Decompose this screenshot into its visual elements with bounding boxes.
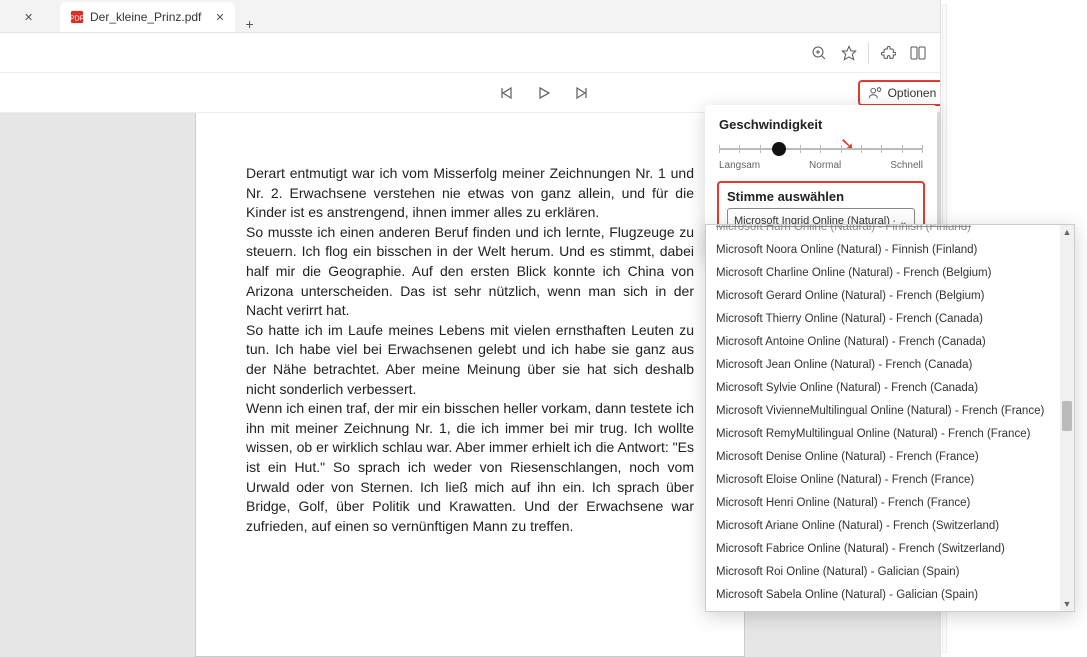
speed-label-normal: Normal xyxy=(809,160,841,171)
dropdown-scrollbar[interactable]: ▲ ▼ xyxy=(1060,225,1074,611)
pdf-icon: PDF xyxy=(70,10,84,24)
scroll-thumb[interactable] xyxy=(1062,401,1072,431)
voice-option[interactable]: Microsoft Jean Online (Natural) - French… xyxy=(706,354,1060,377)
voice-option[interactable]: Microsoft Noora Online (Natural) - Finni… xyxy=(706,239,1060,262)
paragraph: So musste ich einen anderen Beruf finden… xyxy=(246,223,694,321)
voice-option[interactable]: Microsoft RemyMultilingual Online (Natur… xyxy=(706,423,1060,446)
extensions-icon[interactable] xyxy=(873,38,903,68)
voice-option[interactable]: Microsoft Charline Online (Natural) - Fr… xyxy=(706,262,1060,285)
new-tab-button[interactable]: + xyxy=(235,16,265,32)
close-icon[interactable]: ✕ xyxy=(24,11,33,24)
tab-pdf[interactable]: PDF Der_kleine_Prinz.pdf ✕ xyxy=(60,2,235,32)
voice-dropdown-list: Microsoft Harri Online (Natural) - Finni… xyxy=(705,224,1075,612)
split-screen-icon[interactable] xyxy=(903,38,933,68)
paragraph: Derart entmutigt war ich vom Misserfolg … xyxy=(246,164,694,223)
voice-option[interactable]: Microsoft Ariane Online (Natural) - Fren… xyxy=(706,515,1060,538)
voice-option[interactable]: Microsoft Gerard Online (Natural) - Fren… xyxy=(706,285,1060,308)
speed-slider-thumb[interactable] xyxy=(772,142,786,156)
voice-option[interactable]: Microsoft Thierry Online (Natural) - Fre… xyxy=(706,308,1060,331)
scroll-down-icon[interactable]: ▼ xyxy=(1060,597,1074,611)
voice-title: Stimme auswählen xyxy=(721,189,921,208)
paragraph: Wenn ich einen traf, der mir ein bissche… xyxy=(246,399,694,536)
voice-option[interactable]: Microsoft Sabela Online (Natural) - Gali… xyxy=(706,584,1060,607)
play-icon[interactable] xyxy=(535,84,553,102)
voice-option[interactable]: Microsoft Denise Online (Natural) - Fren… xyxy=(706,446,1060,469)
voice-option[interactable]: Microsoft VivienneMultilingual Online (N… xyxy=(706,400,1060,423)
voice-option[interactable]: Microsoft Fabrice Online (Natural) - Fre… xyxy=(706,538,1060,561)
svg-text:PDF: PDF xyxy=(70,16,84,23)
zoom-icon[interactable] xyxy=(804,38,834,68)
close-icon[interactable]: ✕ xyxy=(215,11,224,24)
voice-settings-icon xyxy=(868,86,882,100)
voice-option[interactable]: Microsoft Antoine Online (Natural) - Fre… xyxy=(706,331,1060,354)
paragraph: So hatte ich im Laufe meines Lebens mit … xyxy=(246,321,694,399)
title-bar: ✕ PDF Der_kleine_Prinz.pdf ✕ + xyxy=(0,0,1087,33)
previous-icon[interactable] xyxy=(497,84,515,102)
voice-option[interactable]: Microsoft Eka Online (Natural) - Georgia… xyxy=(706,607,1060,611)
speed-label-slow: Langsam xyxy=(719,160,760,171)
scroll-up-icon[interactable]: ▲ xyxy=(1060,225,1074,239)
voice-option[interactable]: Microsoft Sylvie Online (Natural) - Fren… xyxy=(706,377,1060,400)
speed-slider[interactable]: ➘ xyxy=(719,140,923,158)
speed-label-fast: Schnell xyxy=(890,160,923,171)
toolbar: ··· xyxy=(0,33,1087,73)
next-icon[interactable] xyxy=(573,84,591,102)
voice-option[interactable]: Microsoft Roi Online (Natural) - Galicia… xyxy=(706,561,1060,584)
voice-option[interactable]: Microsoft Harri Online (Natural) - Finni… xyxy=(706,225,1060,239)
favorite-icon[interactable] xyxy=(834,38,864,68)
tab-title: Der_kleine_Prinz.pdf xyxy=(90,10,201,24)
pdf-page: Derart entmutigt war ich vom Misserfolg … xyxy=(195,113,745,657)
voice-option[interactable]: Microsoft Eloise Online (Natural) - Fren… xyxy=(706,469,1060,492)
voice-option[interactable]: Microsoft Henri Online (Natural) - Frenc… xyxy=(706,492,1060,515)
tab-blank[interactable]: ✕ xyxy=(0,2,60,32)
speed-title: Geschwindigkeit xyxy=(705,115,937,136)
